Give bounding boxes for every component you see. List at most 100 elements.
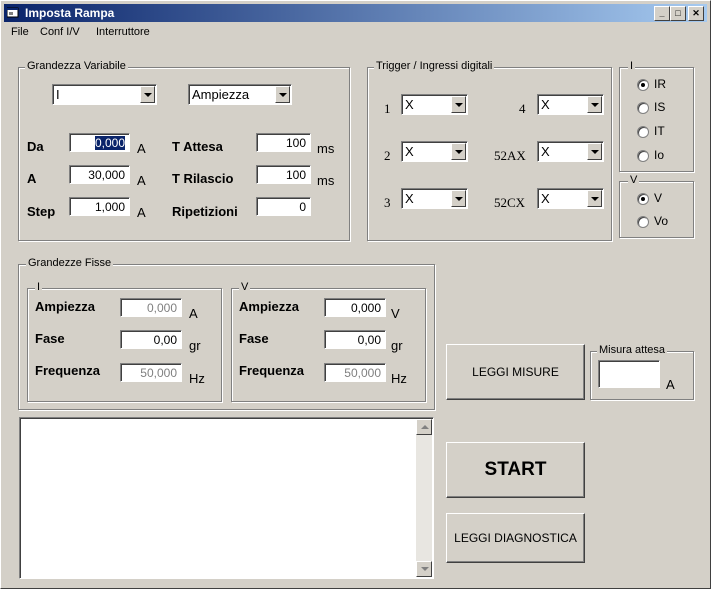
trigger-label-2: 2 xyxy=(384,148,391,163)
trigger-group-label: Trigger / Ingressi digitali xyxy=(374,60,495,72)
a-label: A xyxy=(27,171,37,186)
fisse-i-freq-unit: Hz xyxy=(189,371,205,386)
start-button[interactable]: START xyxy=(446,442,585,498)
leggi-diagnostica-button[interactable]: LEGGI DIAGNOSTICA xyxy=(446,513,585,563)
chevron-down-icon[interactable] xyxy=(451,143,466,160)
chevron-down-icon[interactable] xyxy=(587,190,602,207)
menu-file[interactable]: File xyxy=(11,26,29,38)
main-window: Imposta Rampa _ □ ✕ File Conf I/V Interr… xyxy=(0,0,711,589)
step-input[interactable]: 1,000 xyxy=(69,197,130,216)
chevron-down-icon[interactable] xyxy=(587,143,602,160)
step-label: Step xyxy=(27,204,56,219)
t-attesa-unit: ms xyxy=(317,141,335,156)
t-rilascio-unit: ms xyxy=(317,173,335,188)
chevron-down-icon[interactable] xyxy=(451,96,466,113)
scroll-down-icon[interactable] xyxy=(416,561,432,577)
close-icon: ✕ xyxy=(692,8,700,18)
v-radio-group-label: V xyxy=(628,174,640,186)
minimize-button[interactable]: _ xyxy=(654,6,670,21)
leggi-misure-button[interactable]: LEGGI MISURE xyxy=(446,344,585,400)
fisse-v-ampiezza-label: Ampiezza xyxy=(239,299,299,314)
ripetizioni-input[interactable]: 0 xyxy=(256,197,311,216)
fisse-i-fase-label: Fase xyxy=(35,331,65,346)
radio-empty-icon xyxy=(637,215,649,228)
output-textarea[interactable] xyxy=(19,417,434,579)
radio-selected-icon xyxy=(637,192,649,205)
trigger-label-52cx: 52CX xyxy=(494,195,526,210)
da-input[interactable]: 0,000 xyxy=(69,133,130,152)
radio-v[interactable]: V xyxy=(637,191,662,205)
fisse-i-freq-input[interactable]: 50,000 xyxy=(120,363,182,382)
fisse-v-label: V xyxy=(239,281,251,293)
i-radio-group-label: I xyxy=(628,60,636,72)
grandezza-variabile-label: Grandezza Variabile xyxy=(25,60,128,72)
misura-attesa-unit: A xyxy=(666,377,675,392)
variable-parameter-select[interactable]: Ampiezza xyxy=(188,84,292,105)
trigger-select-52cx[interactable]: X xyxy=(537,188,604,209)
trigger-select-1[interactable]: X xyxy=(401,94,468,115)
t-rilascio-input[interactable]: 100 xyxy=(256,165,311,184)
radio-is[interactable]: IS xyxy=(637,100,665,114)
fisse-v-freq-label: Frequenza xyxy=(239,363,305,378)
fisse-i-ampiezza-label: Ampiezza xyxy=(35,299,95,314)
radio-selected-icon xyxy=(637,78,649,91)
fisse-v-fase-label: Fase xyxy=(239,331,269,346)
chevron-down-icon[interactable] xyxy=(451,190,466,207)
trigger-label-4: 4 xyxy=(519,101,526,116)
trigger-select-2[interactable]: X xyxy=(401,141,468,162)
misura-attesa-input[interactable] xyxy=(598,360,660,388)
trigger-select-52ax[interactable]: X xyxy=(537,141,604,162)
radio-vo[interactable]: Vo xyxy=(637,214,668,228)
scroll-up-icon[interactable] xyxy=(416,419,432,435)
a-unit: A xyxy=(137,173,146,188)
radio-empty-icon xyxy=(637,125,649,138)
da-label: Da xyxy=(27,139,44,154)
menu-bar: File Conf I/V Interruttore xyxy=(4,24,704,42)
trigger-select-3[interactable]: X xyxy=(401,188,468,209)
radio-ir[interactable]: IR xyxy=(637,77,666,91)
grandezze-fisse-label: Grandezze Fisse xyxy=(26,257,114,269)
fisse-i-freq-label: Frequenza xyxy=(35,363,101,378)
t-rilascio-label: T Rilascio xyxy=(172,171,234,186)
t-attesa-input[interactable]: 100 xyxy=(256,133,311,152)
minimize-icon: _ xyxy=(659,8,665,18)
fisse-i-fase-input[interactable]: 0,00 xyxy=(120,330,182,349)
menu-conf[interactable]: Conf I/V xyxy=(40,26,80,38)
trigger-label-52ax: 52AX xyxy=(494,148,526,163)
fisse-v-freq-input[interactable]: 50,000 xyxy=(324,363,386,382)
t-attesa-label: T Attesa xyxy=(172,139,223,154)
menu-interruttore[interactable]: Interruttore xyxy=(96,26,150,38)
chevron-down-icon[interactable] xyxy=(275,86,290,103)
trigger-select-4[interactable]: X xyxy=(537,94,604,115)
radio-empty-icon xyxy=(637,101,649,114)
trigger-label-1: 1 xyxy=(384,101,391,116)
maximize-button[interactable]: □ xyxy=(670,6,686,21)
fisse-v-freq-unit: Hz xyxy=(391,371,407,386)
fisse-i-ampiezza-unit: A xyxy=(189,306,198,321)
misura-attesa-label: Misura attesa xyxy=(597,344,668,356)
title-bar[interactable]: Imposta Rampa _ □ ✕ xyxy=(4,4,707,22)
step-unit: A xyxy=(137,205,146,220)
chevron-down-icon[interactable] xyxy=(587,96,602,113)
trigger-label-3: 3 xyxy=(384,195,391,210)
fisse-v-fase-unit: gr xyxy=(391,338,403,353)
variable-quantity-select[interactable]: I xyxy=(52,84,157,105)
chevron-down-icon[interactable] xyxy=(140,86,155,103)
a-input[interactable]: 30,000 xyxy=(69,165,130,184)
fisse-v-ampiezza-input[interactable]: 0,000 xyxy=(324,298,386,317)
radio-io[interactable]: Io xyxy=(637,148,664,162)
window-title: Imposta Rampa xyxy=(25,6,115,20)
radio-empty-icon xyxy=(637,149,649,162)
fisse-v-ampiezza-unit: V xyxy=(391,306,400,321)
app-icon xyxy=(7,7,19,18)
fisse-i-fase-unit: gr xyxy=(189,338,201,353)
fisse-i-label: I xyxy=(35,281,43,293)
maximize-icon: □ xyxy=(675,8,681,18)
vertical-scrollbar[interactable] xyxy=(416,419,432,577)
radio-it[interactable]: IT xyxy=(637,124,665,138)
da-unit: A xyxy=(137,141,146,156)
fisse-i-ampiezza-input[interactable]: 0,000 xyxy=(120,298,182,317)
v-radio-group xyxy=(619,181,694,238)
fisse-v-fase-input[interactable]: 0,00 xyxy=(324,330,386,349)
close-button[interactable]: ✕ xyxy=(688,6,704,21)
